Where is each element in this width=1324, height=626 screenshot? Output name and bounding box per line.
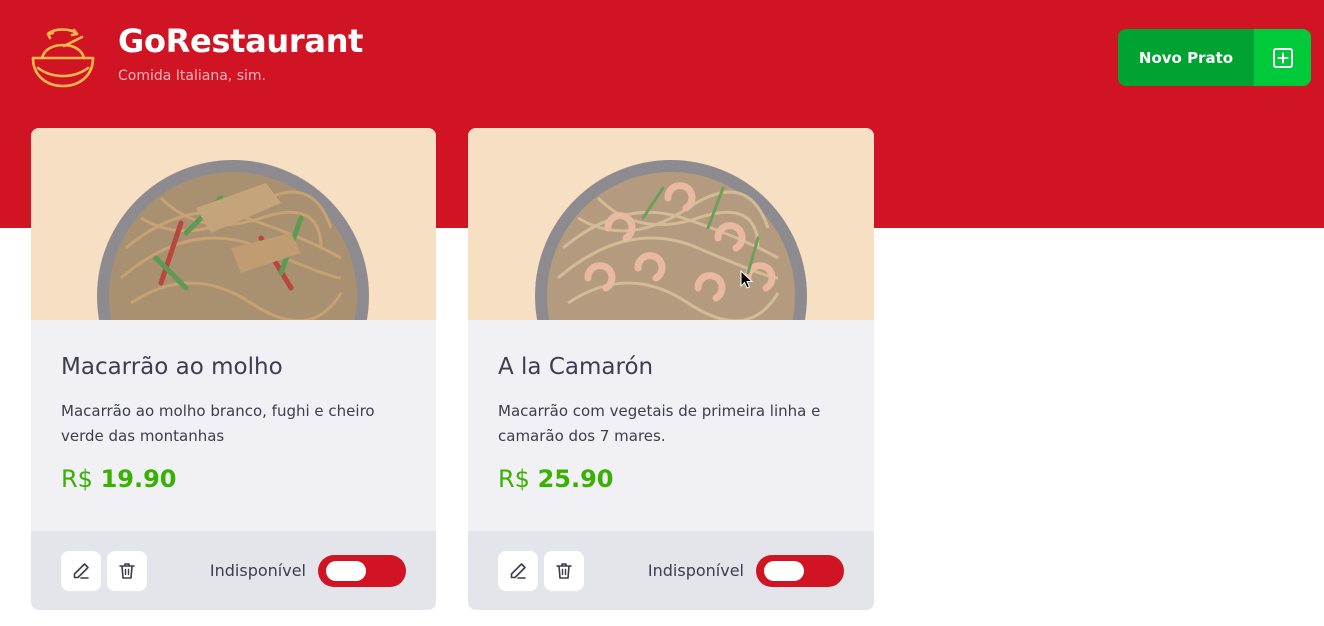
delete-button[interactable] <box>544 551 584 591</box>
plus-square-icon[interactable] <box>1254 29 1311 86</box>
new-dish-button-label[interactable]: Novo Prato <box>1118 29 1254 86</box>
edit-button[interactable] <box>498 551 538 591</box>
app-subtitle: Comida Italiana, sim. <box>118 68 266 84</box>
toggle-knob[interactable] <box>764 561 804 581</box>
dish-image <box>31 128 436 320</box>
dish-name: A la Camarón <box>498 354 654 380</box>
dish-actions: Indisponível <box>468 531 874 610</box>
app-title: GoRestaurant <box>118 22 364 60</box>
price-amount: 25.90 <box>537 465 614 493</box>
price-amount: 19.90 <box>100 465 177 493</box>
pencil-icon <box>510 563 526 579</box>
dish-card: A la Camarón Macarrão com vegetais de pr… <box>468 128 874 610</box>
price-currency: R$ <box>498 465 530 493</box>
dish-info: A la Camarón Macarrão com vegetais de pr… <box>468 320 874 531</box>
dish-card: Macarrão ao molho Macarrão ao molho bran… <box>31 128 436 610</box>
toggle-knob[interactable] <box>326 561 366 581</box>
availability-label: Indisponível <box>647 561 744 580</box>
dish-description: Macarrão com vegetais de primeira linha … <box>498 402 821 445</box>
dish-price: R$ 25.90 <box>498 465 844 493</box>
availability-toggle[interactable] <box>318 555 406 587</box>
pencil-icon <box>73 563 89 579</box>
trash-icon <box>556 563 572 579</box>
price-currency: R$ <box>61 465 93 493</box>
delete-button[interactable] <box>107 551 147 591</box>
trash-icon <box>119 563 135 579</box>
dish-actions: Indisponível <box>31 531 436 610</box>
dish-info: Macarrão ao molho Macarrão ao molho bran… <box>31 320 436 531</box>
edit-button[interactable] <box>61 551 101 591</box>
dish-description: Macarrão ao molho branco, fughi e cheiro… <box>61 402 375 445</box>
availability-toggle[interactable] <box>756 555 844 587</box>
dish-image <box>468 128 874 320</box>
bowl-icon <box>30 24 96 90</box>
dish-price: R$ 19.90 <box>61 465 406 493</box>
new-dish-button[interactable]: Novo Prato <box>1118 29 1311 86</box>
dish-name: Macarrão ao molho <box>61 354 283 380</box>
mouse-cursor-icon <box>740 269 754 294</box>
availability-label: Indisponível <box>209 561 306 580</box>
